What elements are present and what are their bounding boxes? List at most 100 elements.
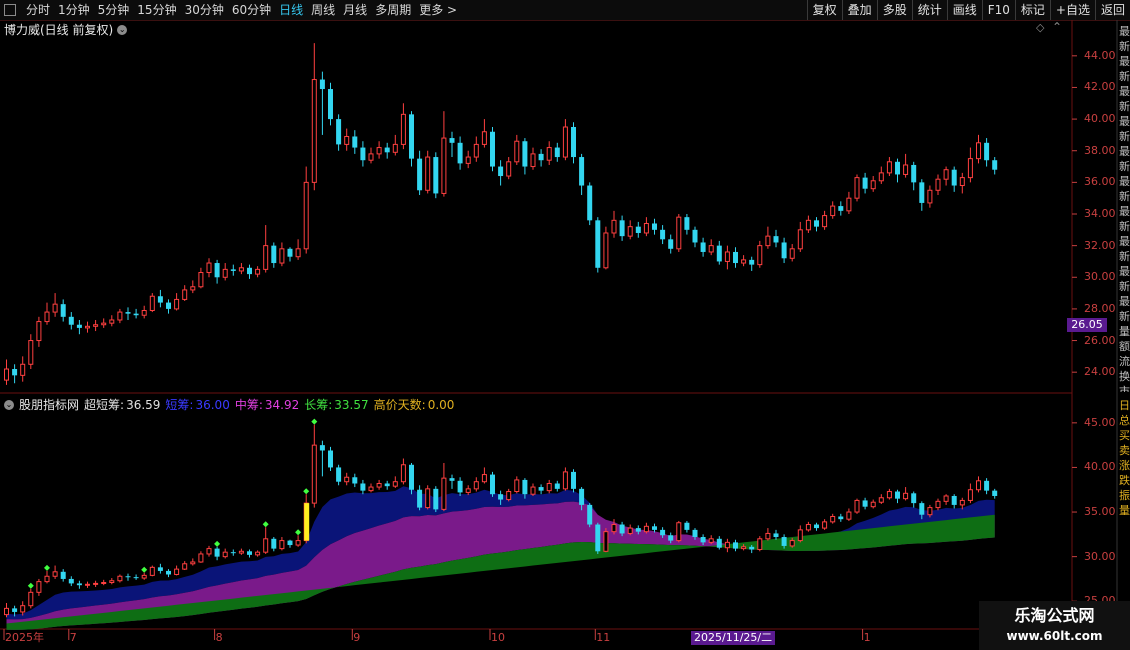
main-candle-body-down <box>287 248 293 257</box>
main-candle-body-down <box>814 220 819 227</box>
main-candle-body-down <box>157 296 163 303</box>
indicator-candle-body-up <box>263 538 269 553</box>
indicator-candle-body-up <box>708 538 714 543</box>
main-candle-body-down <box>984 142 990 161</box>
main-candle-body-up <box>295 248 301 258</box>
indicator-candle-body-up <box>85 583 90 586</box>
main-candle-body-down <box>352 136 358 148</box>
main-candle-body-down <box>911 164 917 183</box>
indicator-candle-body-down <box>595 524 601 552</box>
main-candle-body-up <box>805 219 811 231</box>
indicator-candle-body-up <box>376 482 382 488</box>
indicator-candle-body-down <box>652 526 657 530</box>
main-candle-body-up <box>603 232 609 269</box>
indicator-candle-body-down <box>352 477 358 484</box>
indicator-candle-body-down <box>498 494 504 500</box>
main-candle-body-down <box>749 259 755 265</box>
indicator-candle-body-down <box>166 570 171 575</box>
indicator-candle-body-down <box>862 500 868 507</box>
kline-chart[interactable] <box>0 0 1130 650</box>
indicator-candle-body-up <box>676 522 682 542</box>
indicator-candle-body-up <box>903 492 909 500</box>
indicator-candle-body-up <box>109 580 115 584</box>
indicator-candle-body-up <box>182 563 188 570</box>
main-candle-body-up <box>967 158 973 179</box>
indicator-candle-body-up <box>643 525 649 533</box>
indicator-tick-label: 30.00 <box>1084 549 1116 563</box>
main-candle-body-up <box>943 169 949 180</box>
indicator-candle-body-down <box>773 533 779 538</box>
signal-marker <box>141 566 148 573</box>
main-candle-body-up <box>141 309 147 316</box>
main-candle-body-down <box>247 267 252 275</box>
indicator-candle-body-down <box>490 474 495 495</box>
main-candle-body-down <box>838 206 844 211</box>
main-candle-body-down <box>652 223 657 230</box>
main-candle-body-down <box>781 242 787 259</box>
main-candle-body-down <box>125 312 131 314</box>
indicator-candle-body-up <box>52 571 58 577</box>
main-candle-body-up <box>708 245 714 253</box>
main-candle-body-up <box>117 311 123 321</box>
main-candle-body-up <box>514 140 520 163</box>
signal-marker <box>214 540 221 547</box>
main-candle-body-up <box>830 205 836 217</box>
indicator-candle-body-down <box>571 471 576 489</box>
main-candle-body-up <box>765 235 771 247</box>
main-candle-body-down <box>384 147 390 153</box>
indicator-candle-body-up <box>886 491 892 499</box>
main-candle-body-down <box>76 324 82 328</box>
main-candle-body-down <box>992 160 998 170</box>
side-quote-labels: 最新最新最新最新最新最新最新最新最新最新量额流换市收 <box>1119 25 1130 392</box>
main-candle-body-down <box>538 153 544 161</box>
main-candle-body-up <box>392 143 398 153</box>
main-candle-body-up <box>562 126 568 158</box>
indicator-candle-body-up <box>311 444 317 504</box>
indicator-label: 超短筹: <box>84 398 125 412</box>
indicator-candle-body-down <box>76 583 82 586</box>
high-price-bar <box>304 503 310 541</box>
main-candle-body-up <box>878 172 884 182</box>
indicator-candle-body-down <box>814 524 819 529</box>
indicator-candle-body-down <box>668 535 674 541</box>
main-candle-body-up <box>190 286 196 291</box>
indicator-candle-body-up <box>830 516 836 523</box>
indicator-candle-body-down <box>951 495 957 505</box>
indicator-candle-body-up <box>562 471 568 490</box>
indicator-candle-body-up <box>611 524 617 533</box>
main-candle-body-up <box>741 259 747 264</box>
indicator-label: 长筹: <box>304 398 333 412</box>
indicator-candle-body-down <box>328 450 333 468</box>
main-candle-body-down <box>336 119 342 145</box>
indicator-candle-body-up <box>465 488 471 493</box>
indicator-candle-body-up <box>789 540 795 547</box>
indicator-candle-body-up <box>943 495 949 502</box>
main-candle-body-up <box>238 267 244 272</box>
main-candle-body-up <box>846 197 852 212</box>
main-candle-body-up <box>822 215 828 228</box>
main-candle-body-down <box>60 304 66 317</box>
main-candle-body-up <box>481 131 487 145</box>
main-candle-body-up <box>93 324 99 327</box>
main-candle-body-up <box>198 272 204 288</box>
indicator-candle-body-up <box>822 521 828 529</box>
indicator-candle-body-up <box>741 546 747 550</box>
indicator-candle-body-up <box>481 474 487 483</box>
indicator-values: 超短筹: 36.59 短筹: 36.00 中筹: 34.92 长筹: 33.57 高价天数: 0.… <box>79 396 454 414</box>
indicator-candle-body-down <box>157 567 163 571</box>
main-candle-body-down <box>166 302 171 309</box>
main-candle-body-up <box>368 153 374 161</box>
signal-marker <box>311 418 318 425</box>
indicator-candle-body-down <box>133 577 139 579</box>
main-candle-body-up <box>546 147 552 161</box>
indicator-candle-body-up <box>4 607 9 616</box>
indicator-candle-body-up <box>878 497 884 503</box>
main-candle-body-down <box>773 236 779 243</box>
indicator-candle-body-up <box>530 486 536 495</box>
indicator-candle-body-up <box>44 575 50 583</box>
chevron-down-icon[interactable]: ⌄ <box>4 400 14 410</box>
indicator-candle-body-up <box>870 501 876 508</box>
indicator-candle-body-down <box>660 529 666 536</box>
main-candle-body-up <box>36 321 42 342</box>
main-candle-body-up <box>935 178 941 191</box>
